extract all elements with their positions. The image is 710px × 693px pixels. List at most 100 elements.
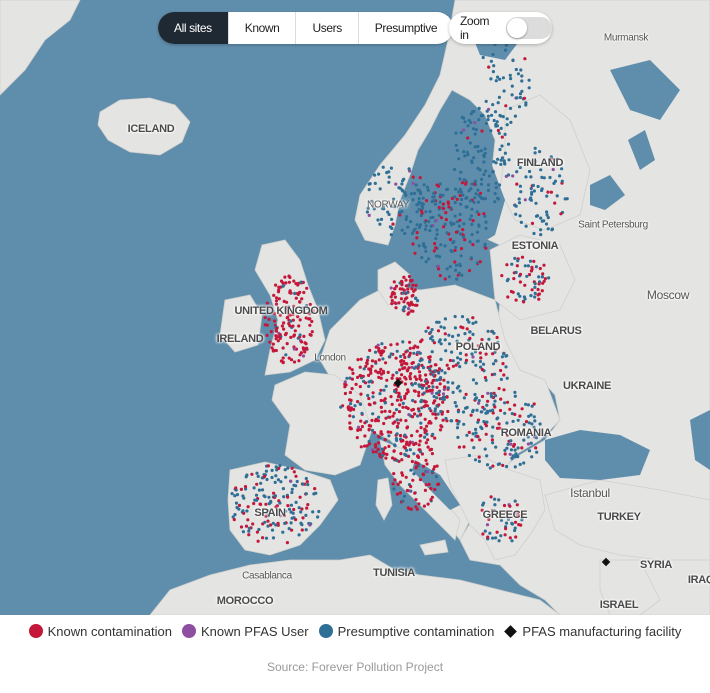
site-marker xyxy=(241,530,245,534)
tab-all-sites[interactable]: All sites xyxy=(158,12,229,44)
site-marker xyxy=(509,439,513,443)
site-marker xyxy=(407,507,411,511)
site-marker xyxy=(367,188,371,192)
site-marker xyxy=(513,499,517,503)
site-marker xyxy=(513,114,518,118)
site-marker xyxy=(308,523,312,527)
site-marker xyxy=(385,171,389,175)
site-marker xyxy=(458,264,462,268)
site-marker xyxy=(417,207,421,211)
site-marker xyxy=(388,355,392,359)
site-marker xyxy=(522,461,526,465)
site-marker xyxy=(405,488,409,493)
site-marker xyxy=(426,326,430,330)
site-marker xyxy=(382,421,386,426)
site-marker xyxy=(494,161,498,165)
site-marker xyxy=(437,482,441,486)
site-marker xyxy=(418,450,423,454)
site-marker xyxy=(414,505,418,509)
site-marker xyxy=(272,319,277,323)
site-marker xyxy=(387,212,391,217)
site-marker xyxy=(513,528,517,533)
map[interactable]: ICELAND FINLAND NORWAY ESTONIA Saint Pet… xyxy=(0,0,710,615)
site-marker xyxy=(530,288,534,292)
site-marker xyxy=(289,503,293,507)
label-romania: ROMANIA xyxy=(500,427,552,439)
site-marker xyxy=(272,491,276,495)
site-marker xyxy=(278,464,282,468)
site-marker xyxy=(418,384,422,388)
site-marker xyxy=(473,458,478,462)
label-estonia: ESTONIA xyxy=(511,240,559,252)
site-marker xyxy=(429,486,433,491)
site-marker xyxy=(468,199,472,203)
site-marker xyxy=(381,454,385,458)
site-marker xyxy=(538,150,542,154)
site-marker xyxy=(398,403,402,407)
label-moscow: Moscow xyxy=(646,288,690,302)
site-marker xyxy=(399,439,403,443)
site-marker xyxy=(403,366,407,370)
tab-presumptive[interactable]: Presumptive xyxy=(359,12,453,44)
site-marker xyxy=(419,378,423,382)
tab-known[interactable]: Known xyxy=(229,12,297,44)
site-marker xyxy=(472,156,476,160)
site-marker xyxy=(493,405,497,409)
site-marker xyxy=(438,274,442,278)
site-marker xyxy=(458,232,462,236)
site-marker xyxy=(403,231,407,236)
site-marker xyxy=(278,501,282,505)
label-casablanca: Casablanca xyxy=(242,570,292,582)
site-marker xyxy=(493,110,498,114)
site-marker xyxy=(427,355,431,359)
site-marker xyxy=(534,446,538,450)
site-marker xyxy=(459,202,463,206)
site-marker xyxy=(458,177,462,181)
site-marker xyxy=(504,521,509,525)
site-marker xyxy=(468,336,472,340)
site-marker xyxy=(396,421,400,425)
site-marker xyxy=(287,527,291,531)
site-marker xyxy=(428,209,432,214)
site-marker xyxy=(532,259,536,263)
site-marker xyxy=(360,411,364,415)
site-marker xyxy=(301,354,306,358)
site-marker xyxy=(281,284,285,288)
site-marker xyxy=(433,409,437,413)
zoom-toggle-knob[interactable] xyxy=(507,18,528,38)
site-marker xyxy=(489,495,493,499)
site-marker xyxy=(552,181,556,185)
site-marker xyxy=(366,355,370,359)
site-marker xyxy=(498,408,503,413)
site-marker xyxy=(438,428,443,432)
site-marker xyxy=(285,342,289,346)
label-morocco: MOROCCO xyxy=(216,595,274,607)
site-marker xyxy=(433,242,437,246)
site-marker xyxy=(308,323,312,327)
site-marker xyxy=(431,338,435,343)
site-marker xyxy=(534,201,538,205)
site-marker xyxy=(443,385,447,389)
site-marker xyxy=(523,264,527,268)
site-marker xyxy=(457,445,461,449)
site-marker xyxy=(400,182,404,186)
site-marker xyxy=(413,491,417,495)
site-marker xyxy=(358,385,362,389)
site-marker xyxy=(282,495,286,499)
zoom-toggle[interactable] xyxy=(506,17,552,39)
site-marker xyxy=(520,255,525,259)
site-marker xyxy=(434,412,438,416)
site-marker xyxy=(529,413,533,417)
site-marker xyxy=(451,381,455,385)
site-marker xyxy=(508,106,513,110)
site-marker xyxy=(483,151,487,155)
site-marker xyxy=(416,461,420,466)
site-marker xyxy=(434,236,438,241)
tab-users[interactable]: Users xyxy=(296,12,359,44)
site-marker xyxy=(464,392,468,396)
site-marker xyxy=(511,419,515,423)
site-marker xyxy=(359,357,363,361)
site-marker xyxy=(509,448,513,452)
site-marker xyxy=(252,501,256,506)
site-marker xyxy=(317,509,321,514)
